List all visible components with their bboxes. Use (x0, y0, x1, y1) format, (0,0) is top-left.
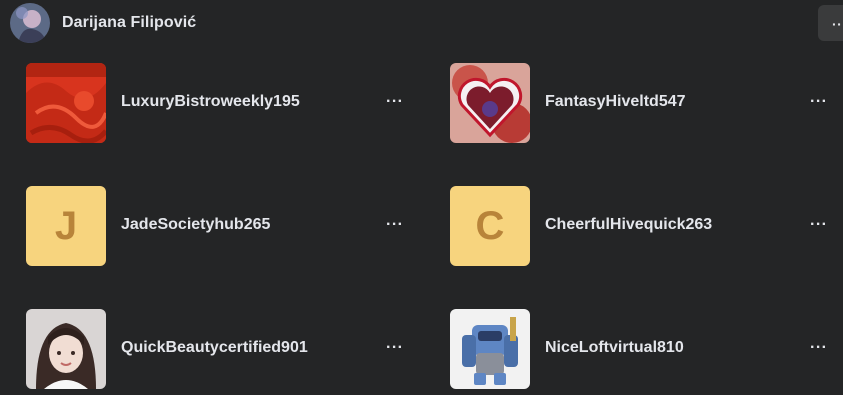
list-item[interactable]: QuickBeautycertified901 ··· (26, 309, 446, 389)
page-thumbnail[interactable] (26, 63, 106, 143)
letter-avatar[interactable]: C (450, 186, 530, 266)
more-options-button[interactable]: ··· (386, 216, 403, 234)
profile-name[interactable]: Darijana Filipović (62, 14, 196, 32)
page-name[interactable]: QuickBeautycertified901 (121, 339, 308, 357)
page-name[interactable]: FantasyHiveltd547 (545, 93, 686, 111)
page-name[interactable]: JadeSocietyhub265 (121, 216, 270, 234)
avatar-letter: C (475, 203, 505, 248)
avatar-letter: J (54, 203, 78, 248)
more-options-button[interactable]: ··· (386, 339, 403, 357)
more-options-button[interactable]: ··· (810, 339, 827, 357)
page-name[interactable]: NiceLoftvirtual810 (545, 339, 684, 357)
page-thumbnail[interactable] (26, 309, 106, 389)
more-options-button[interactable]: ··· (386, 93, 403, 111)
profile-avatar[interactable] (10, 3, 50, 43)
list-item[interactable]: J JadeSocietyhub265 ··· (26, 186, 446, 266)
list-item[interactable]: LuxuryBistroweekly195 ··· (26, 63, 446, 143)
page-name[interactable]: LuxuryBistroweekly195 (121, 93, 300, 111)
page-thumbnail[interactable] (450, 309, 530, 389)
more-options-button[interactable]: ··· (810, 216, 827, 234)
more-options-button[interactable]: ··· (810, 93, 827, 111)
letter-avatar[interactable]: J (26, 186, 106, 266)
list-item[interactable]: C CheerfulHivequick263 ··· (450, 186, 843, 266)
header-more-button[interactable]: ··· (818, 5, 843, 41)
list-item[interactable]: FantasyHiveltd547 ··· (450, 63, 843, 143)
profile-header: Darijana Filipović ··· (0, 0, 843, 46)
page-name[interactable]: CheerfulHivequick263 (545, 216, 712, 234)
page-thumbnail[interactable] (450, 63, 530, 143)
list-item[interactable]: NiceLoftvirtual810 ··· (450, 309, 843, 389)
